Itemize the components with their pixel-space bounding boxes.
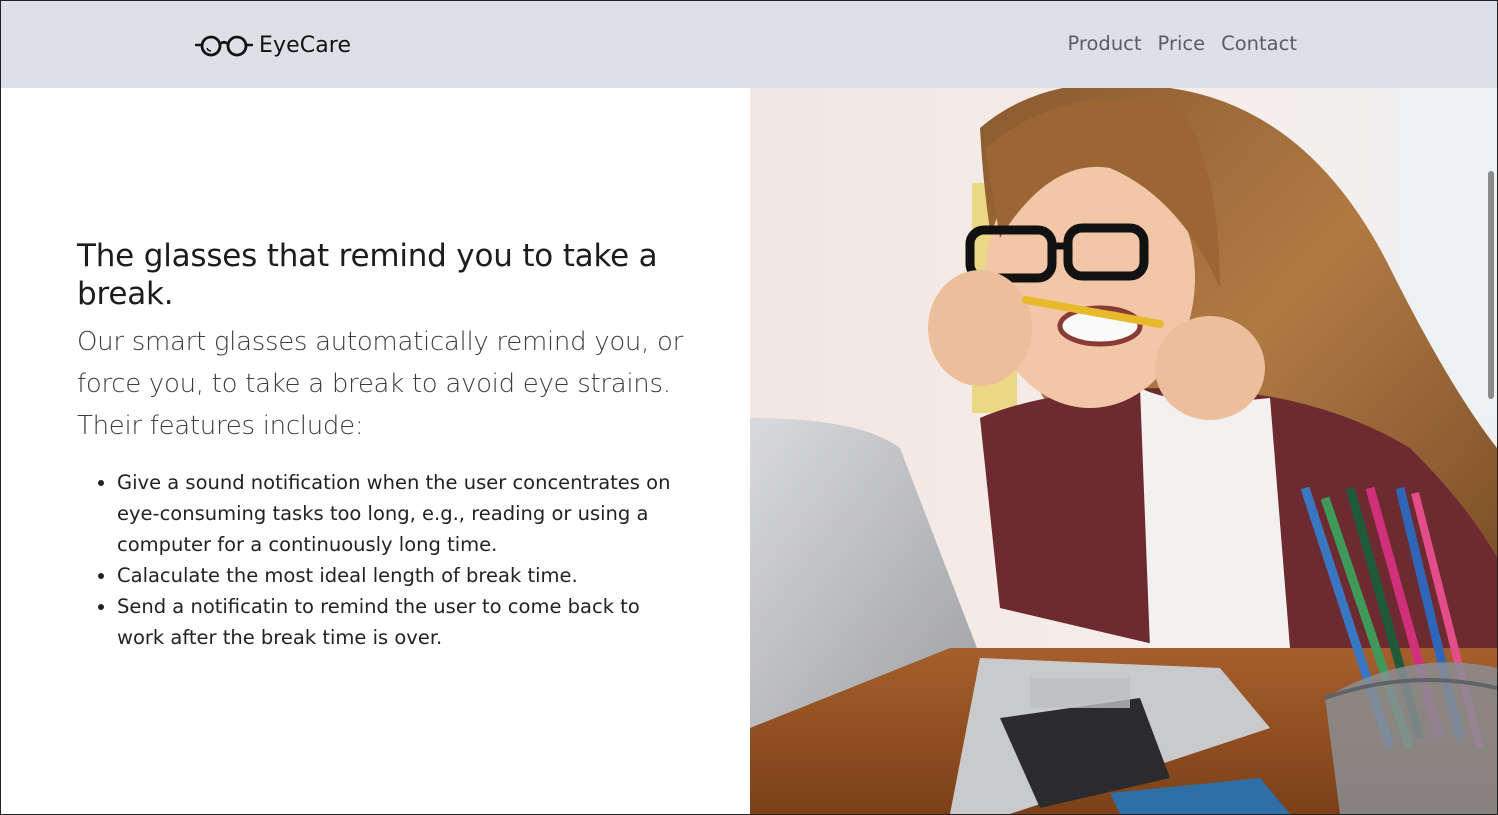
nav-contact-link[interactable]: Contact (1221, 32, 1297, 55)
navbar: EyeCare Product Price Contact (1, 1, 1497, 88)
brand-link[interactable]: EyeCare (195, 29, 351, 61)
hero-lead: Our smart glasses automatically remind y… (77, 327, 684, 441)
vertical-scrollbar-thumb[interactable] (1488, 171, 1494, 399)
feature-item: Send a notificatin to remind the user to… (117, 591, 687, 653)
hero-headline: The glasses that remind you to take a br… (77, 238, 658, 312)
nav-product-link[interactable]: Product (1068, 32, 1142, 55)
feature-list: Give a sound notification when the user … (77, 467, 687, 653)
nav-price-link[interactable]: Price (1158, 32, 1206, 55)
hero-content: The glasses that remind you to take a br… (77, 237, 687, 653)
glasses-icon (195, 35, 253, 57)
page-frame: EyeCare Product Price Contact The glasse… (0, 0, 1498, 815)
feature-item: Calaculate the most ideal length of brea… (117, 560, 687, 591)
brand-name: EyeCare (259, 32, 352, 58)
main-nav: Product Price Contact (1068, 32, 1298, 55)
feature-item: Give a sound notification when the user … (117, 467, 687, 560)
hero-photo (750, 88, 1497, 814)
woman-laptop-photo (750, 88, 1497, 814)
